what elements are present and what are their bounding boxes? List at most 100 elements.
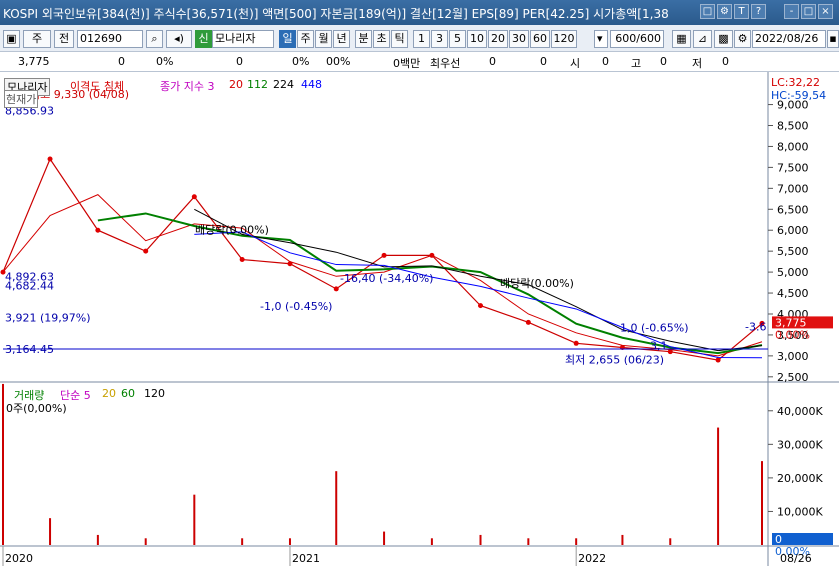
minute-30[interactable]: 30 (509, 30, 529, 48)
volume-tick-label: 20,000K (777, 472, 823, 485)
price-point (381, 252, 387, 258)
help-icon[interactable]: ? (751, 4, 766, 19)
layout-icon[interactable]: ▣ (3, 30, 20, 48)
minute-10[interactable]: 10 (467, 30, 487, 48)
legend-vol-ma-120[interactable]: 120 (144, 387, 165, 400)
period-tick[interactable]: 틱 (391, 30, 408, 48)
volume-bar (193, 494, 196, 545)
label-minus-3-6: -3.6 (745, 321, 766, 334)
minute-20[interactable]: 20 (488, 30, 508, 48)
stock-info-text: KOSPI 외국인보유[384(천)] 주식수[36,571(천)] 액면[50… (3, 7, 669, 21)
minute-3[interactable]: 3 (431, 30, 448, 48)
price-tick-label: 8,500 (777, 120, 809, 133)
volume-bar (479, 534, 482, 545)
open-label: 시 (570, 57, 581, 70)
period-month[interactable]: 월 (315, 30, 332, 48)
price-point (525, 319, 531, 325)
legend-ma-224[interactable]: 224 (273, 78, 294, 91)
price-point (239, 257, 245, 263)
period-minute[interactable]: 분 (355, 30, 372, 48)
volume-pct: 0% (292, 55, 310, 68)
label-change-1: -16,40 (-34,40%) (340, 272, 433, 285)
count-dropdown[interactable]: ▾ (594, 30, 608, 48)
low-label: 저 (692, 57, 703, 70)
stock-chart[interactable]: 9,0008,5008,0007,5007,0006,5006,0005,500… (0, 72, 839, 566)
volume-bar (335, 471, 338, 545)
maximize-icon[interactable]: □ (801, 4, 816, 19)
legend-ma-448[interactable]: 448 (301, 78, 322, 91)
price-point (478, 303, 484, 309)
speaker-icon[interactable]: ◂) (166, 30, 192, 48)
x-axis-label-1: 2021 (292, 552, 320, 565)
legend-vol-ma-20[interactable]: 20 (102, 387, 116, 400)
dividend-label-2: 배당락(0.00%) (500, 277, 574, 290)
volume-bar (717, 427, 720, 545)
volume-bar (669, 538, 672, 545)
price-tick-label: 3,000 (777, 350, 809, 363)
price-tick-label: 4,500 (777, 287, 809, 300)
volume-tick-label: 30,000K (777, 438, 823, 451)
price-tick-label: 2,500 (777, 371, 809, 384)
close-icon[interactable]: × (818, 4, 833, 19)
minute-60[interactable]: 60 (530, 30, 550, 48)
amount-pct: 0% (333, 55, 351, 68)
quote-bar: 3,775 0 0% 0 0% 0 0% 0백만 최우선 0 0 시 0 고 0… (0, 52, 839, 72)
minimize-icon[interactable]: - (784, 4, 799, 19)
period-day[interactable]: 일 (279, 30, 296, 48)
volume-bar (527, 538, 530, 545)
volume-bar (2, 383, 4, 545)
stock-code-input[interactable]: 012690 (77, 30, 143, 48)
period-week[interactable]: 주 (297, 30, 314, 48)
code-type-select[interactable]: 주 (23, 30, 51, 48)
calendar-icon[interactable]: ▪ (827, 30, 839, 48)
volume-bar (96, 534, 99, 545)
price-point (715, 357, 721, 363)
legend-ma-20[interactable]: 20 (229, 78, 243, 91)
count-input[interactable]: 600/600 (610, 30, 664, 48)
volume-bar (241, 538, 244, 545)
price-point (573, 340, 579, 346)
text-icon[interactable]: T (734, 4, 749, 19)
minute-1[interactable]: 1 (413, 30, 430, 48)
grid-icon[interactable]: ▩ (714, 30, 733, 48)
volume-bar (383, 531, 386, 545)
stock-name-field: 모나리자 (212, 30, 274, 48)
credit-badge[interactable]: 신 (195, 30, 212, 48)
price-tick-label: 6,500 (777, 203, 809, 216)
label-3164: 3,164.45 (5, 343, 54, 356)
current-price-label: 현재가 (4, 90, 39, 108)
legend-ma-prefix[interactable]: 종가 지수 3 (160, 78, 214, 94)
legend-ma-112[interactable]: 112 (247, 78, 268, 91)
settings-icon[interactable]: ⚙ (717, 4, 732, 19)
price-point (333, 286, 339, 292)
price-point (191, 194, 197, 200)
label-change-3: 1,0 (-0.65%) (620, 322, 689, 335)
label-change-2: -1,0 (-0.45%) (260, 300, 332, 313)
gear-icon[interactable]: ⚙ (734, 30, 751, 48)
search-icon[interactable]: ⌕ (146, 30, 163, 48)
price-point (47, 156, 53, 162)
volume-bar (430, 538, 433, 545)
period-year[interactable]: 년 (333, 30, 350, 48)
window-icon[interactable]: □ (700, 4, 715, 19)
hc-label: HC:-59,54 (771, 89, 827, 102)
date-input[interactable]: 2022/08/26 (752, 30, 826, 48)
legend-disparity[interactable]: 이격도 침체 (70, 78, 124, 94)
volume-bar (761, 461, 763, 545)
high-label: 고 (631, 57, 642, 70)
minute-5[interactable]: 5 (449, 30, 466, 48)
volume-bar (144, 538, 147, 545)
title-bar: KOSPI 외국인보유[384(천)] 주식수[36,571(천)] 액면[50… (0, 0, 839, 25)
volume-bar (575, 538, 578, 545)
legend-vol-ma-60[interactable]: 60 (121, 387, 135, 400)
x-axis-label-0: 2020 (5, 552, 33, 565)
current-price: 3,775 (18, 55, 50, 68)
tools-icon[interactable]: ▦ (672, 30, 691, 48)
prev-button[interactable]: 전 (54, 30, 74, 48)
chart-type-icon[interactable]: ⊿ (693, 30, 712, 48)
minute-120[interactable]: 120 (551, 30, 577, 48)
price-point (143, 248, 149, 254)
volume-current: 0주(0,00%) (6, 402, 67, 415)
period-second[interactable]: 초 (373, 30, 390, 48)
low-annotation: 최저 2,655 (06/23) (565, 353, 664, 366)
